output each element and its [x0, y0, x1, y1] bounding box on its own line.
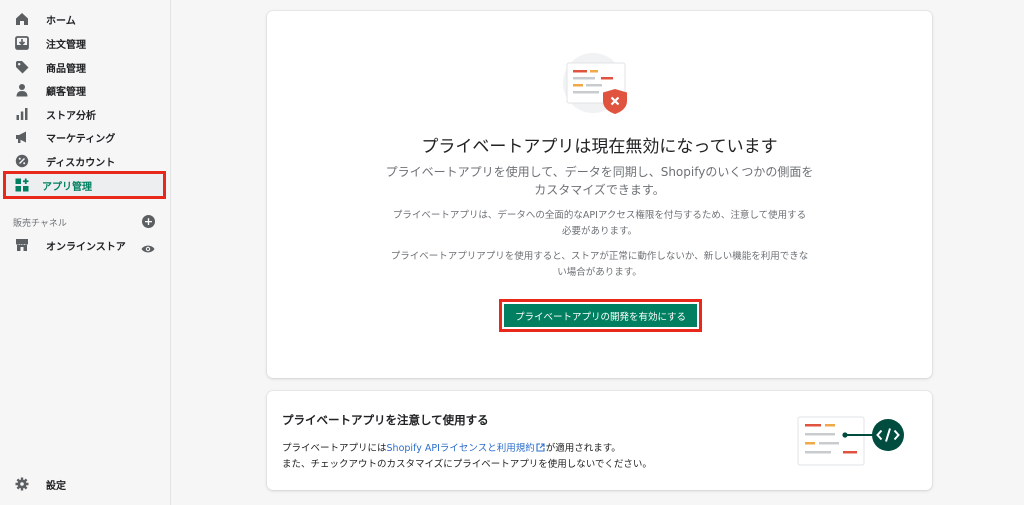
tag-icon: [12, 57, 32, 77]
sidebar-item-label: 顧客管理: [46, 86, 86, 98]
sales-channels-label: 販売チャネル: [13, 219, 67, 229]
person-icon: [12, 80, 32, 100]
sidebar-item-marketing[interactable]: マーケティング: [10, 125, 165, 149]
sidebar-item-label: 商品管理: [46, 63, 86, 75]
sidebar-item-customers[interactable]: 顧客管理: [10, 78, 165, 102]
private-apps-illustration: [563, 51, 635, 117]
checkout-notice: また、チェックアウトのカスタマイズにプライベートアプリを使用しないでください。: [282, 459, 652, 470]
bar-chart-icon: [12, 104, 32, 124]
store-icon: [12, 235, 32, 255]
description-text: プライベートアプリを使用して、データを同期し、Shopifyのいくつかの側面をカ…: [385, 165, 814, 197]
sidebar-item-settings[interactable]: 設定: [10, 472, 165, 496]
enable-private-app-development-button[interactable]: プライベートアプリの開発を有効にする: [504, 304, 697, 327]
notice-title: プライベートアプリを注意して使用する: [282, 413, 489, 427]
sidebar-item-label: ホーム: [46, 15, 76, 27]
add-channel-button[interactable]: +: [142, 215, 155, 228]
sidebar: ホーム 注文管理 商品管理 顧客管理 ストア分析 マーケティング ディスカウント…: [0, 0, 171, 505]
apps-icon: [12, 175, 32, 195]
sidebar-item-label: ディスカウント: [46, 157, 116, 169]
sidebar-item-analytics[interactable]: ストア分析: [10, 102, 165, 126]
discount-icon: [12, 151, 32, 171]
sidebar-item-label: 注文管理: [46, 39, 86, 51]
private-apps-disabled-card: プライベートアプリは現在無効になっています プライベートアプリを使用して、データ…: [267, 11, 932, 378]
sidebar-item-apps[interactable]: アプリ管理: [3, 171, 166, 199]
megaphone-icon: [12, 127, 32, 147]
sidebar-item-products[interactable]: 商品管理: [10, 55, 165, 79]
api-access-warning: プライベートアプリは、データへの全面的なAPIアクセス権限を付与するため、注意し…: [392, 210, 807, 237]
sidebar-item-discounts[interactable]: ディスカウント: [10, 149, 165, 173]
sidebar-item-label: アプリ管理: [42, 181, 92, 193]
sidebar-item-label: オンラインストア: [46, 241, 126, 253]
license-notice: プライベートアプリにはShopify APIライセンスと利用規約 が適用されます。: [282, 440, 621, 454]
enable-button-highlight: プライベートアプリの開発を有効にする: [499, 299, 702, 332]
home-icon: [12, 9, 32, 29]
use-with-caution-card: プライベートアプリを注意して使用する プライベートアプリにはShopify AP…: [267, 391, 932, 490]
compatibility-warning: プライベートアプリアプリを使用すると、ストアが正常に動作しないか、新しい機能を利…: [390, 251, 809, 278]
sidebar-item-label: ストア分析: [46, 110, 96, 122]
sidebar-item-label: マーケティング: [46, 133, 116, 145]
license-prefix: プライベートアプリには: [282, 443, 387, 454]
eye-icon[interactable]: [141, 239, 155, 253]
external-link-icon: [536, 443, 545, 452]
api-license-link[interactable]: Shopify APIライセンスと利用規約: [387, 443, 535, 454]
sidebar-item-label: 設定: [46, 480, 66, 492]
orders-icon: [12, 33, 32, 53]
sidebar-item-home[interactable]: ホーム: [10, 7, 165, 31]
page-title: プライベートアプリは現在無効になっています: [421, 137, 778, 157]
gear-icon: [12, 474, 32, 494]
sidebar-item-orders[interactable]: 注文管理: [10, 31, 165, 55]
code-illustration: [797, 415, 909, 467]
license-suffix: が適用されます。: [545, 443, 621, 454]
